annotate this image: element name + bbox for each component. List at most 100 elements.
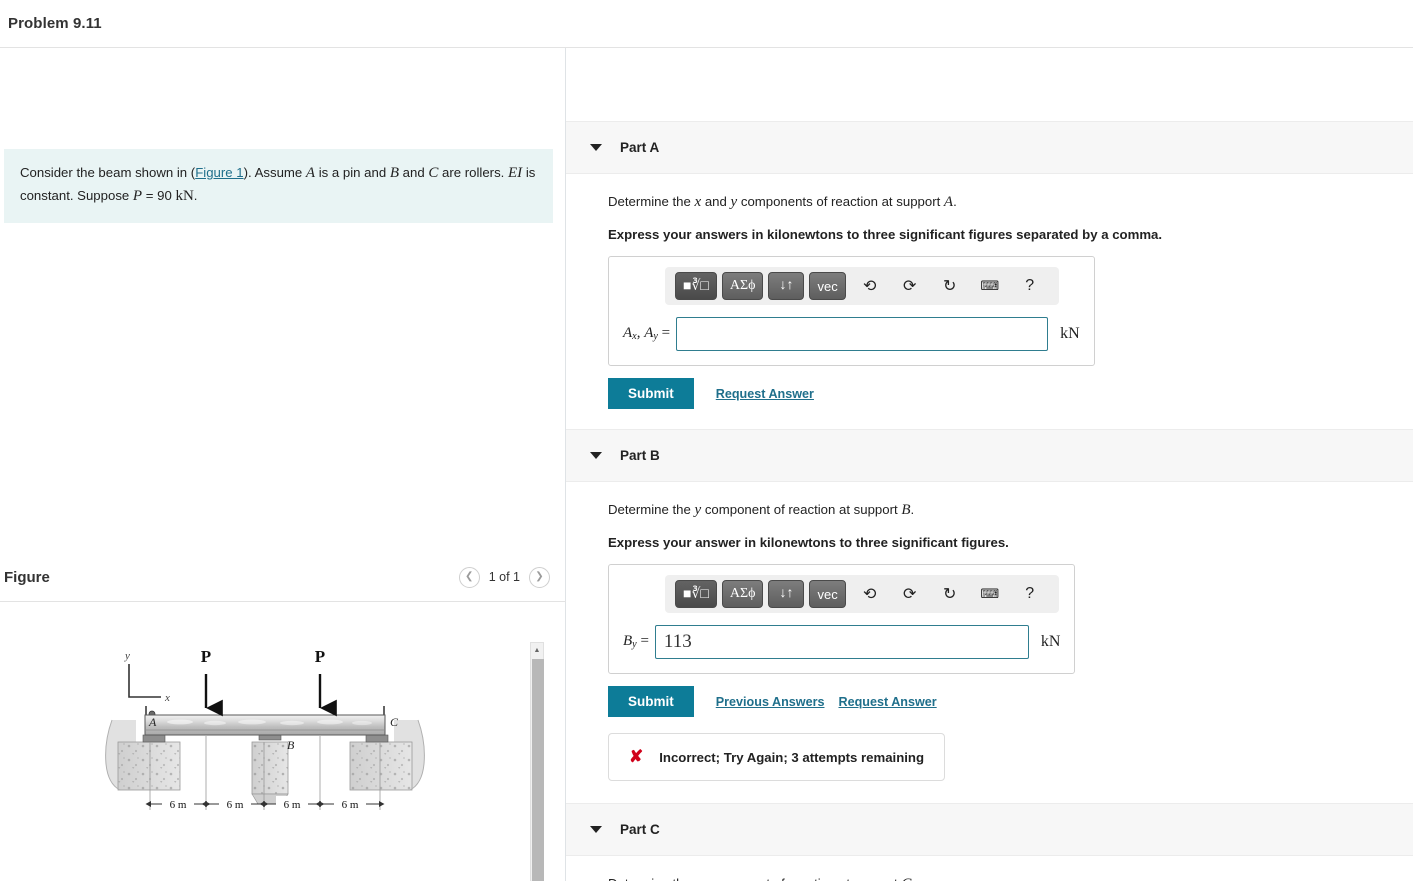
chevron-left-icon[interactable]: ❮ <box>458 566 480 588</box>
left-pane: Consider the beam shown in (Figure 1). A… <box>0 48 566 881</box>
lbl-A2: A <box>644 325 654 342</box>
sort-arrows-button[interactable]: ↓↑ <box>768 580 805 608</box>
x-mark-icon: ✘ <box>629 747 644 766</box>
load-label-P1: P <box>201 647 211 666</box>
lbl-eq: = <box>657 325 671 342</box>
part-c-question: Determine the y component of reaction at… <box>608 876 1413 881</box>
part-a-answer-input[interactable] <box>676 317 1049 351</box>
svg-text:6 m: 6 m <box>342 799 359 811</box>
top-bar: Problem 9.11 <box>0 0 1413 48</box>
part-c-content: Determine the y component of reaction at… <box>566 856 1413 881</box>
part-b-answer-input[interactable] <box>654 625 1029 659</box>
vector-button[interactable]: vec <box>809 272 846 300</box>
redo-icon[interactable]: ⟳ <box>895 272 925 300</box>
figure-body: y x P P A B C 6 m 6 m 6 m 6 m ▲ <box>0 601 566 881</box>
chevron-down-icon[interactable] <box>590 826 602 833</box>
part-b-previous-answers-link[interactable]: Previous Answers <box>716 695 825 709</box>
scrollbar-thumb[interactable] <box>532 659 544 881</box>
greek-symbols-button[interactable]: ΑΣϕ <box>721 272 764 300</box>
part-a-field-row: Ax, Ay = kN <box>623 317 1080 351</box>
chevron-down-icon[interactable] <box>590 452 602 459</box>
part-b-answer-box: ■∛□ ΑΣϕ ↓↑ vec ⟲ ⟳ ↻ ⌨ ? By = 113 kN <box>608 564 1076 674</box>
var-C: C <box>428 165 439 181</box>
lbl-eq: = <box>636 633 649 650</box>
part-b-feedback: ✘ Incorrect; Try Again; 3 attempts remai… <box>608 733 946 781</box>
part-b-field-label: By = <box>623 633 649 650</box>
chevron-right-icon[interactable]: ❯ <box>529 566 550 588</box>
statement-period: . <box>193 188 198 204</box>
figure-title: Figure <box>4 568 50 586</box>
part-a-content: Determine the x and y components of reac… <box>566 174 1413 409</box>
svg-text:6 m: 6 m <box>284 799 301 811</box>
greek-symbols-button[interactable]: ΑΣϕ <box>721 580 764 608</box>
part-a-math-toolbar: ■∛□ ΑΣϕ ↓↑ vec ⟲ ⟳ ↻ ⌨ ? <box>665 267 1059 305</box>
sort-arrows-button[interactable]: ↓↑ <box>768 272 805 300</box>
part-a-submit-button[interactable]: Submit <box>608 378 694 409</box>
template-math-button[interactable]: ■∛□ <box>675 580 717 608</box>
reset-icon[interactable]: ↻ <box>935 580 965 608</box>
part-a-header[interactable]: Part A <box>566 121 1413 174</box>
q-pre: Determine the <box>608 502 695 517</box>
chevron-down-icon[interactable] <box>590 144 602 151</box>
svg-text:y: y <box>124 650 130 662</box>
q-pre: Determine the <box>608 876 695 881</box>
q-period: . <box>910 502 915 517</box>
beam <box>144 714 386 736</box>
part-b-actions: Submit Previous Answers Request Answer <box>608 686 1413 717</box>
support-B-pier <box>251 741 289 805</box>
figure-header: Figure ❮ 1 of 1 ❯ <box>0 553 566 601</box>
figure-1-link[interactable]: Figure 1 <box>195 165 243 180</box>
main-layout: Consider the beam shown in (Figure 1). A… <box>0 48 1413 881</box>
support-letter: C <box>901 876 911 881</box>
help-icon[interactable]: ? <box>1015 580 1045 608</box>
figure-navigation: ❮ 1 of 1 ❯ <box>458 566 550 588</box>
page-title: Problem 9.11 <box>8 15 102 32</box>
part-a-request-answer-link[interactable]: Request Answer <box>716 387 814 401</box>
part-b-label: Part B <box>620 448 660 463</box>
q-pre: Determine the <box>608 194 695 209</box>
statement-mid: ). Assume <box>243 165 306 180</box>
statement-mid2: is a pin and <box>315 165 390 180</box>
bearing-C <box>365 734 389 743</box>
q-mid: and <box>701 194 731 209</box>
q-post: component of reaction at support <box>701 502 902 517</box>
figure-counter: 1 of 1 <box>488 570 520 584</box>
statement-prefix: Consider the beam shown in ( <box>20 165 196 180</box>
template-math-button[interactable]: ■∛□ <box>675 272 717 300</box>
vector-button[interactable]: vec <box>809 580 846 608</box>
support-letter: A <box>943 194 954 210</box>
redo-icon[interactable]: ⟳ <box>895 580 925 608</box>
part-a-field-label: Ax, Ay = <box>623 325 670 342</box>
svg-text:6 m: 6 m <box>170 799 187 811</box>
part-b-header[interactable]: Part B <box>566 429 1413 482</box>
right-pane: Part A Determine the x and y components … <box>566 48 1413 881</box>
q-post: components of reaction at support <box>737 194 944 209</box>
svg-text:x: x <box>164 692 170 704</box>
part-a-instruction: Express your answers in kilonewtons to t… <box>608 227 1163 242</box>
part-c-header[interactable]: Part C <box>566 803 1413 856</box>
dimension-line-4: 6 m <box>315 796 385 811</box>
undo-icon[interactable]: ⟲ <box>855 580 885 608</box>
unit-kN: kN <box>175 188 194 205</box>
beam-diagram: y x P P A B C 6 m 6 m 6 m 6 m <box>105 647 425 811</box>
undo-icon[interactable]: ⟲ <box>855 272 885 300</box>
q-period: . <box>911 876 915 881</box>
help-icon[interactable]: ? <box>1015 272 1045 300</box>
part-b-request-answer-link[interactable]: Request Answer <box>838 695 936 709</box>
part-b-submit-button[interactable]: Submit <box>608 686 694 717</box>
dimension-line-1: 6 m <box>145 796 211 811</box>
reset-icon[interactable]: ↻ <box>935 272 965 300</box>
bearing-A <box>142 734 166 743</box>
keyboard-icon[interactable]: ⌨ <box>975 580 1005 608</box>
figure-scrollbar[interactable]: ▲ ▼ <box>530 642 544 881</box>
axis-indicator: y x <box>124 650 170 704</box>
part-a-question: Determine the x and y components of reac… <box>608 194 1413 211</box>
part-b-content: Determine the y component of reaction at… <box>566 482 1413 781</box>
part-b-unit: kN <box>1040 633 1061 650</box>
part-a-answer-box: ■∛□ ΑΣϕ ↓↑ vec ⟲ ⟳ ↻ ⌨ ? Ax, Ay = kN <box>608 256 1095 366</box>
keyboard-icon[interactable]: ⌨ <box>975 272 1005 300</box>
label-B: B <box>287 738 295 752</box>
svg-text:6 m: 6 m <box>227 799 244 811</box>
scroll-up-arrow-icon[interactable]: ▲ <box>531 643 543 657</box>
part-a-unit: kN <box>1060 325 1080 342</box>
